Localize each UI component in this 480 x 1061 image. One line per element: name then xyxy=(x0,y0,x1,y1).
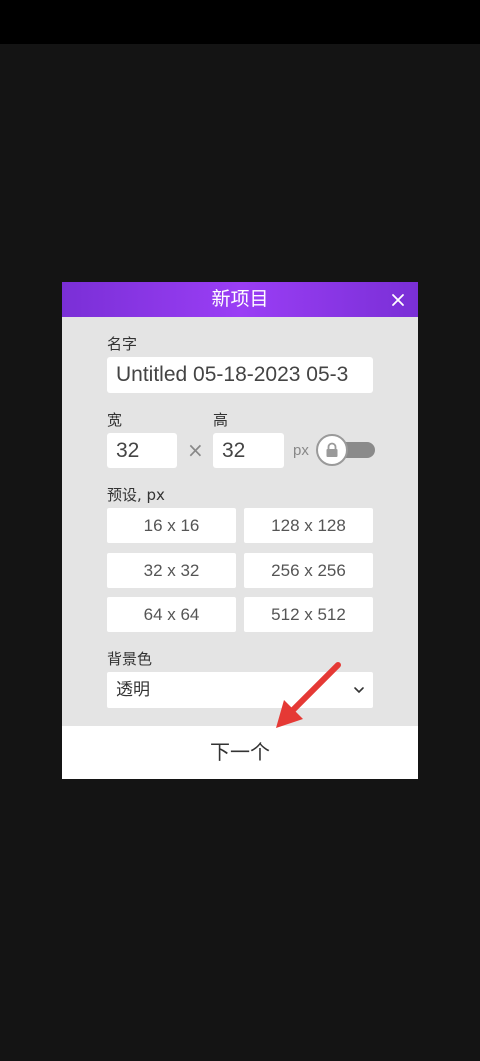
background-select-value: 透明 xyxy=(116,680,150,700)
unit-label: px xyxy=(293,442,309,459)
height-label: 高 xyxy=(213,411,229,429)
background-select[interactable]: 透明 xyxy=(107,672,373,708)
dialog-title: 新项目 xyxy=(211,288,269,310)
width-label: 宽 xyxy=(107,411,123,429)
height-field[interactable] xyxy=(213,433,284,468)
next-button[interactable]: 下一个 xyxy=(62,726,418,779)
name-field[interactable] xyxy=(107,357,373,393)
close-icon xyxy=(392,294,404,306)
lock-icon xyxy=(326,442,338,457)
presets-label: 预设, px xyxy=(107,486,165,504)
preset-64-button[interactable]: 64 x 64 xyxy=(107,597,236,632)
name-label: 名字 xyxy=(107,335,138,353)
chevron-down-icon xyxy=(354,687,364,694)
dialog-header: 新项目 xyxy=(62,282,418,317)
aspect-lock-toggle[interactable] xyxy=(316,434,376,466)
preset-512-button[interactable]: 512 x 512 xyxy=(244,597,373,632)
preset-32-button[interactable]: 32 x 32 xyxy=(107,553,236,588)
preset-256-button[interactable]: 256 x 256 xyxy=(244,553,373,588)
times-sign: × xyxy=(187,438,204,462)
toggle-knob xyxy=(316,434,348,466)
close-button[interactable] xyxy=(384,286,412,314)
background-label: 背景色 xyxy=(107,650,153,668)
new-project-dialog: 新项目 名字 宽 高 × px 预设, px 16 x 16 128 x 128… xyxy=(62,282,418,779)
preset-128-button[interactable]: 128 x 128 xyxy=(244,508,373,543)
status-bar xyxy=(0,0,480,44)
width-field[interactable] xyxy=(107,433,177,468)
preset-16-button[interactable]: 16 x 16 xyxy=(107,508,236,543)
